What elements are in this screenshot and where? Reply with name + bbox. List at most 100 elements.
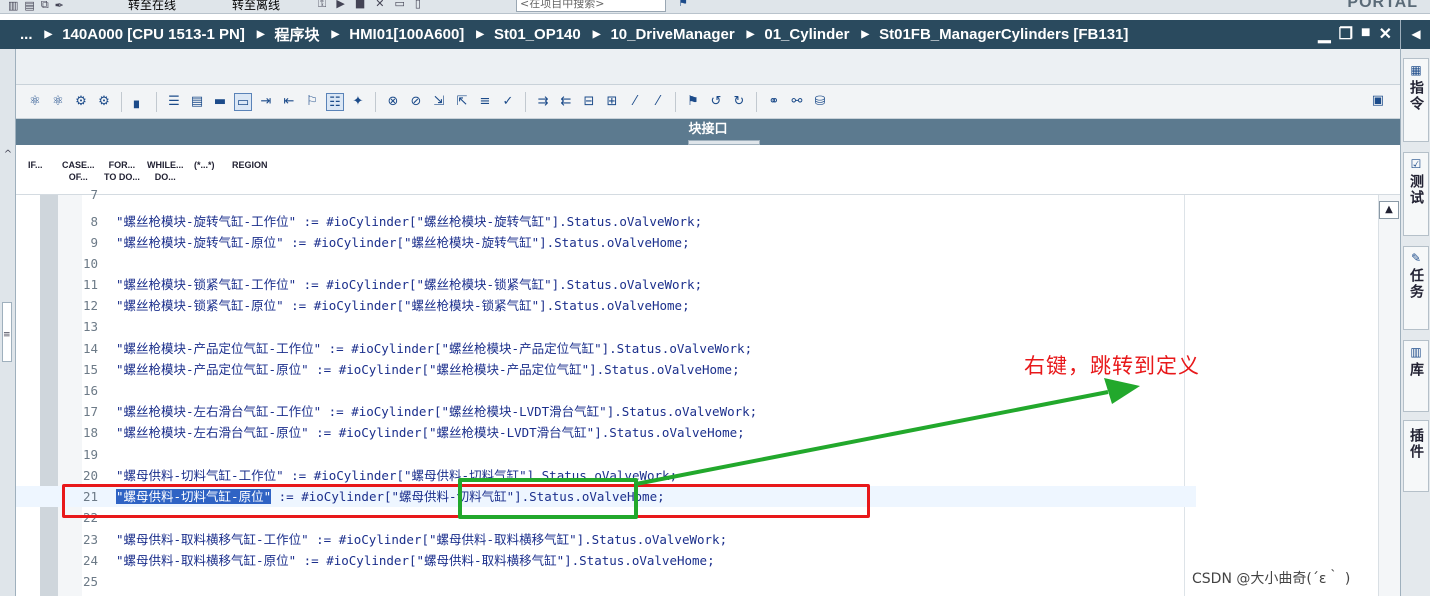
code-line[interactable]: 16 xyxy=(16,380,1196,401)
project-search-input[interactable]: <在项目中搜索> xyxy=(516,0,666,12)
download-icon[interactable]: ⛁ xyxy=(811,93,829,111)
split-h-icon[interactable]: ▭ xyxy=(394,0,404,11)
minimize-icon[interactable]: ▁ xyxy=(1318,24,1330,44)
accessible-devices-icon[interactable]: ⧉ xyxy=(41,0,49,12)
settings-icon[interactable]: ⚙ xyxy=(95,93,113,111)
window-icon[interactable]: ▥ xyxy=(8,0,18,12)
snippet-region[interactable]: REGION xyxy=(232,159,268,171)
tab-tasks[interactable]: ✎ 任务 xyxy=(1403,246,1429,330)
code-line[interactable]: 15 "螺丝枪模块-产品定位气缸-原位" := #ioCylinder["螺丝枪模… xyxy=(16,359,1196,380)
outdent-icon[interactable]: ⇤ xyxy=(280,93,298,111)
code-text[interactable]: "螺丝枪模块-锁紧气缸-工作位" := #ioCylinder["螺丝枪模块-锁… xyxy=(116,274,702,295)
code-line[interactable]: 14 "螺丝枪模块-产品定位气缸-工作位" := #ioCylinder["螺丝枪… xyxy=(16,338,1196,359)
code-text[interactable]: "螺丝枪模块-产品定位气缸-工作位" := #ioCylinder["螺丝枪模块… xyxy=(116,338,752,359)
clear-breakpoint-icon[interactable]: ⊘ xyxy=(407,93,425,111)
code-text[interactable]: "螺丝枪模块-左右滑台气缸-原位" := #ioCylinder["螺丝枪模块-… xyxy=(116,422,745,443)
breadcrumb-item-6[interactable]: 01_Cylinder xyxy=(764,26,849,43)
split-v-icon[interactable]: ▯ xyxy=(415,0,421,11)
breadcrumb-item-2[interactable]: 程序块 xyxy=(275,24,320,45)
code-line[interactable]: 10 xyxy=(16,253,1196,274)
go-online-button[interactable]: 转至在线 xyxy=(128,0,176,13)
breakpoint-icon[interactable]: ⊗ xyxy=(384,93,402,111)
snippet-case[interactable]: CASE... OF... xyxy=(62,159,95,183)
glasses-icon[interactable]: ⚯ xyxy=(788,93,806,111)
comment-line-icon[interactable]: ≡ xyxy=(476,93,494,111)
search-go-icon[interactable]: ⚑ xyxy=(678,0,688,9)
code-line[interactable]: 22 xyxy=(16,507,1196,528)
breadcrumb-item-1[interactable]: 140A000 [CPU 1513-1 PN] xyxy=(62,26,245,43)
absolute-address-icon[interactable]: ☷ xyxy=(326,92,344,111)
breadcrumb-item-3[interactable]: HMI01[100A600] xyxy=(349,26,464,43)
block-interface-bar[interactable]: 块接口 xyxy=(16,119,1400,145)
network-icon[interactable]: ⚭ xyxy=(765,93,783,111)
code-line[interactable]: 18 "螺丝枪模块-左右滑台气缸-原位" := #ioCylinder["螺丝枪模… xyxy=(16,422,1196,443)
call-icon[interactable]: ↺ xyxy=(707,93,725,111)
code-text[interactable]: "螺丝枪模块-产品定位气缸-原位" := #ioCylinder["螺丝枪模块-… xyxy=(116,359,740,380)
tab-testing[interactable]: ☑ 测试 xyxy=(1403,152,1429,236)
indent-icon[interactable]: ⇥ xyxy=(257,93,275,111)
code-line[interactable]: 11 "螺丝枪模块-锁紧气缸-工作位" := #ioCylinder["螺丝枪模块… xyxy=(16,274,1196,295)
current-code-line[interactable]: 21 "螺母供料-切料气缸-原位" := #ioCylinder["螺母供料-切料… xyxy=(16,486,1196,507)
code-line[interactable]: 12 "螺丝枪模块-锁紧气缸-原位" := #ioCylinder["螺丝枪模块-… xyxy=(16,295,1196,316)
diagnostics-icon[interactable]: ⚿ xyxy=(318,0,326,11)
snippet-while[interactable]: WHILE... DO... xyxy=(147,159,184,183)
code-line[interactable]: 8 "螺丝枪模块-旋转气缸-工作位" := #ioCylinder["螺丝枪模块-… xyxy=(16,211,1196,232)
code-line[interactable]: 25 xyxy=(16,571,1196,592)
breadcrumb-item-7[interactable]: St01FB_ManagerCylinders [FB131] xyxy=(879,26,1128,43)
collapse-icon[interactable]: ⊟ xyxy=(580,93,598,111)
code-area[interactable]: 7 8 "螺丝枪模块-旋转气缸-工作位" := #ioCylinder["螺丝枪模… xyxy=(16,187,1196,596)
expand-icon[interactable]: ⊞ xyxy=(603,93,621,111)
indent-more-icon[interactable]: ⇉ xyxy=(534,93,552,111)
code-text[interactable]: "螺丝枪模块-旋转气缸-原位" := #ioCylinder["螺丝枪模块-旋转… xyxy=(116,232,690,253)
comment-icon[interactable]: ▭ xyxy=(234,92,252,111)
code-text[interactable]: "螺丝枪模块-锁紧气缸-原位" := #ioCylinder["螺丝枪模块-锁紧… xyxy=(116,295,690,316)
snippet-for[interactable]: FOR... TO DO... xyxy=(104,159,140,183)
table-view-icon[interactable]: ▤ xyxy=(188,93,206,111)
breadcrumb-item-5[interactable]: 10_DriveManager xyxy=(610,26,734,43)
list-view-icon[interactable]: ▬ xyxy=(211,93,229,111)
goto-icon[interactable]: ⇲ xyxy=(430,93,448,111)
layout-icon[interactable]: ▣ xyxy=(1372,93,1384,108)
selected-variable[interactable]: "螺母供料-切料气缸-原位" xyxy=(116,489,272,504)
cross-ref-icon[interactable]: ✕ xyxy=(375,0,384,11)
bookmark-icon[interactable]: ⚐ xyxy=(303,93,321,111)
maximize-icon[interactable]: ■ xyxy=(1361,24,1371,44)
code-line[interactable]: 20 "螺母供料-切料气缸-工作位" := #ioCylinder["螺母供料-切… xyxy=(16,465,1196,486)
code-text[interactable]: "螺丝枪模块-旋转气缸-工作位" := #ioCylinder["螺丝枪模块-旋… xyxy=(116,211,702,232)
breadcrumb-item-4[interactable]: St01_OP140 xyxy=(494,26,581,43)
code-line[interactable]: 17 "螺丝枪模块-左右滑台气缸-工作位" := #ioCylinder["螺丝枪… xyxy=(16,401,1196,422)
code-line[interactable]: 23 "螺母供料-取料横移气缸-工作位" := #ioCylinder["螺母供料… xyxy=(16,529,1196,550)
scl-code-editor[interactable]: ▲ 7 8 "螺丝枪模块-旋转气缸-工作位" := #ioCylinder["螺丝… xyxy=(16,187,1400,596)
tab-libraries[interactable]: ▥ 库 xyxy=(1403,340,1429,412)
collapse-panel-icon[interactable]: ◀ xyxy=(1401,20,1430,49)
code-text[interactable]: "螺母供料-取料横移气缸-原位" := #ioCylinder["螺母供料-取料… xyxy=(116,550,715,571)
code-line[interactable]: 24 "螺母供料-取料横移气缸-原位" := #ioCylinder["螺母供料-… xyxy=(16,550,1196,571)
tab-instructions[interactable]: ▦ 指令 xyxy=(1403,58,1429,142)
uncomment-icon[interactable]: ⁄ xyxy=(649,93,667,111)
collapse-icon[interactable]: ^ xyxy=(0,149,16,163)
go-online-icon[interactable]: ✒ xyxy=(55,0,64,12)
go-offline-button[interactable]: 转至离线 xyxy=(232,0,280,13)
snippet-comment[interactable]: (*...*) xyxy=(194,159,215,171)
indent-less-icon[interactable]: ⇇ xyxy=(557,93,575,111)
comment-out-icon[interactable]: ⁄ xyxy=(626,93,644,111)
code-line[interactable]: 13 xyxy=(16,316,1196,337)
block-icon[interactable]: ▖ xyxy=(130,93,148,111)
jump-to-icon[interactable]: ⚑ xyxy=(684,93,702,111)
syntax-check-icon[interactable]: ✓ xyxy=(499,93,517,111)
stop-icon[interactable]: ■ xyxy=(355,0,365,11)
delete-network-icon[interactable]: ⚛ xyxy=(49,93,67,111)
portal-view-label[interactable]: PORTAL xyxy=(1347,0,1418,12)
split-icon[interactable]: ▤ xyxy=(24,0,34,12)
align-left-icon[interactable]: ☰ xyxy=(165,93,183,111)
cylinder-reference[interactable]: "螺母供料-切料气缸" xyxy=(392,489,515,504)
code-line[interactable]: 7 xyxy=(16,184,1196,205)
code-text[interactable]: "螺丝枪模块-左右滑台气缸-工作位" := #ioCylinder["螺丝枪模块… xyxy=(116,401,757,422)
highlight-icon[interactable]: ✦ xyxy=(349,93,367,111)
simulation-icon[interactable]: ▶ xyxy=(336,0,344,11)
vertical-scrollbar[interactable] xyxy=(1378,195,1400,596)
code-text[interactable]: "螺母供料-切料气缸-原位" := #ioCylinder["螺母供料-切料气缸… xyxy=(116,486,665,507)
breadcrumb-item-0[interactable]: ... xyxy=(20,26,33,43)
insert-network-icon[interactable]: ⚛ xyxy=(26,93,44,111)
code-line[interactable]: 9 "螺丝枪模块-旋转气缸-原位" := #ioCylinder["螺丝枪模块-旋… xyxy=(16,232,1196,253)
